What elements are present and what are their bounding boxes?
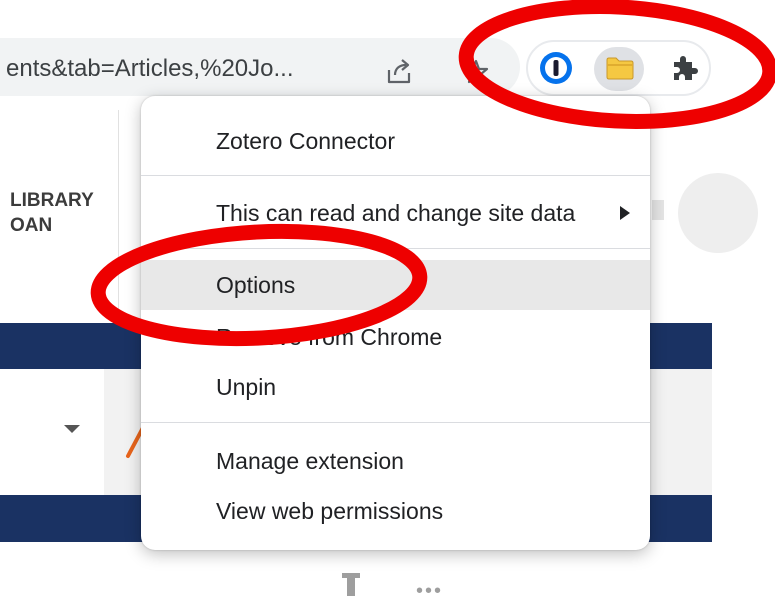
chevron-right-icon <box>620 206 630 220</box>
library-label-line2: OAN <box>10 215 53 236</box>
menu-separator <box>141 422 650 423</box>
menu-title-label: Zotero Connector <box>216 128 395 154</box>
options-label: Options <box>216 272 296 298</box>
onepassword-icon[interactable] <box>538 50 574 86</box>
toolbar-icon[interactable] <box>340 573 362 596</box>
library-loan-label[interactable]: LIBRARY OAN <box>10 188 94 238</box>
manage-label: Manage extension <box>216 448 404 474</box>
share-icon[interactable] <box>384 56 414 86</box>
menu-item-manage[interactable]: Manage extension <box>141 436 650 486</box>
menu-item-remove[interactable]: Remove from Chrome <box>141 312 650 362</box>
menu-separator <box>141 248 650 249</box>
more-icon[interactable]: ••• <box>416 580 443 603</box>
menu-item-site-access[interactable]: This can read and change site data <box>141 188 650 238</box>
star-icon[interactable] <box>462 58 490 86</box>
menu-item-options[interactable]: Options <box>141 260 650 310</box>
avatar[interactable] <box>678 173 758 253</box>
unpin-label: Unpin <box>216 374 277 400</box>
site-access-label: This can read and change site data <box>216 200 576 226</box>
extension-context-menu: Zotero Connector This can read and chang… <box>141 96 650 550</box>
menu-item-unpin[interactable]: Unpin <box>141 362 650 412</box>
header-separator <box>652 200 664 220</box>
permissions-label: View web permissions <box>216 498 444 524</box>
menu-item-title: Zotero Connector <box>141 116 650 166</box>
zotero-icon <box>606 57 634 80</box>
puzzle-icon[interactable] <box>668 52 700 84</box>
library-label-line1: LIBRARY <box>10 190 94 211</box>
remove-label: Remove from Chrome <box>216 324 443 350</box>
url-text[interactable]: ents&tab=Articles,%20Jo... <box>6 55 293 83</box>
menu-item-permissions[interactable]: View web permissions <box>141 486 650 536</box>
dropdown-arrow-icon[interactable] <box>64 425 80 433</box>
menu-separator <box>141 175 650 176</box>
header-divider <box>118 110 119 320</box>
search-scope-dropdown[interactable] <box>0 369 104 495</box>
